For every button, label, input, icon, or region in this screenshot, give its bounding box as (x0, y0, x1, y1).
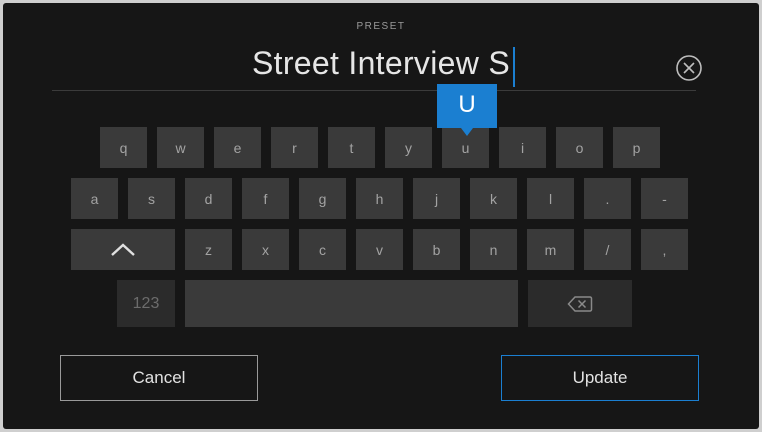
preset-name-input[interactable]: Street Interview S (3, 41, 759, 85)
key-t[interactable]: t (328, 127, 375, 168)
shift-key[interactable] (71, 229, 175, 270)
numbers-key[interactable]: 123 (117, 280, 175, 327)
key-r[interactable]: r (271, 127, 318, 168)
key-i[interactable]: i (499, 127, 546, 168)
backspace-icon (567, 295, 593, 312)
key-f[interactable]: f (242, 178, 289, 219)
key-w[interactable]: w (157, 127, 204, 168)
key-o[interactable]: o (556, 127, 603, 168)
key-a[interactable]: a (71, 178, 118, 219)
key-popup-letter: U (458, 91, 476, 118)
page-title: PRESET (356, 21, 406, 32)
key-period[interactable]: . (584, 178, 631, 219)
text-cursor (513, 47, 515, 87)
key-e[interactable]: e (214, 127, 261, 168)
key-dash[interactable]: - (641, 178, 688, 219)
key-j[interactable]: j (413, 178, 460, 219)
key-n[interactable]: n (470, 229, 517, 270)
key-m[interactable]: m (527, 229, 574, 270)
input-underline (52, 90, 696, 91)
key-p[interactable]: p (613, 127, 660, 168)
key-d[interactable]: d (185, 178, 232, 219)
key-comma[interactable]: , (641, 229, 688, 270)
key-l[interactable]: l (527, 178, 574, 219)
key-c[interactable]: c (299, 229, 346, 270)
key-x[interactable]: x (242, 229, 289, 270)
key-slash[interactable]: / (584, 229, 631, 270)
space-key[interactable] (185, 280, 518, 327)
cancel-button[interactable]: Cancel (60, 355, 258, 401)
backspace-key[interactable] (528, 280, 632, 327)
clear-input-icon[interactable] (675, 54, 703, 82)
key-z[interactable]: z (185, 229, 232, 270)
preset-keyboard-screen: PRESET Street Interview S q w e r t y u … (3, 3, 759, 429)
key-v[interactable]: v (356, 229, 403, 270)
key-q[interactable]: q (100, 127, 147, 168)
key-b[interactable]: b (413, 229, 460, 270)
key-k[interactable]: k (470, 178, 517, 219)
key-y[interactable]: y (385, 127, 432, 168)
key-g[interactable]: g (299, 178, 346, 219)
key-h[interactable]: h (356, 178, 403, 219)
chevron-up-icon (111, 242, 135, 256)
key-s[interactable]: s (128, 178, 175, 219)
update-button[interactable]: Update (501, 355, 699, 401)
